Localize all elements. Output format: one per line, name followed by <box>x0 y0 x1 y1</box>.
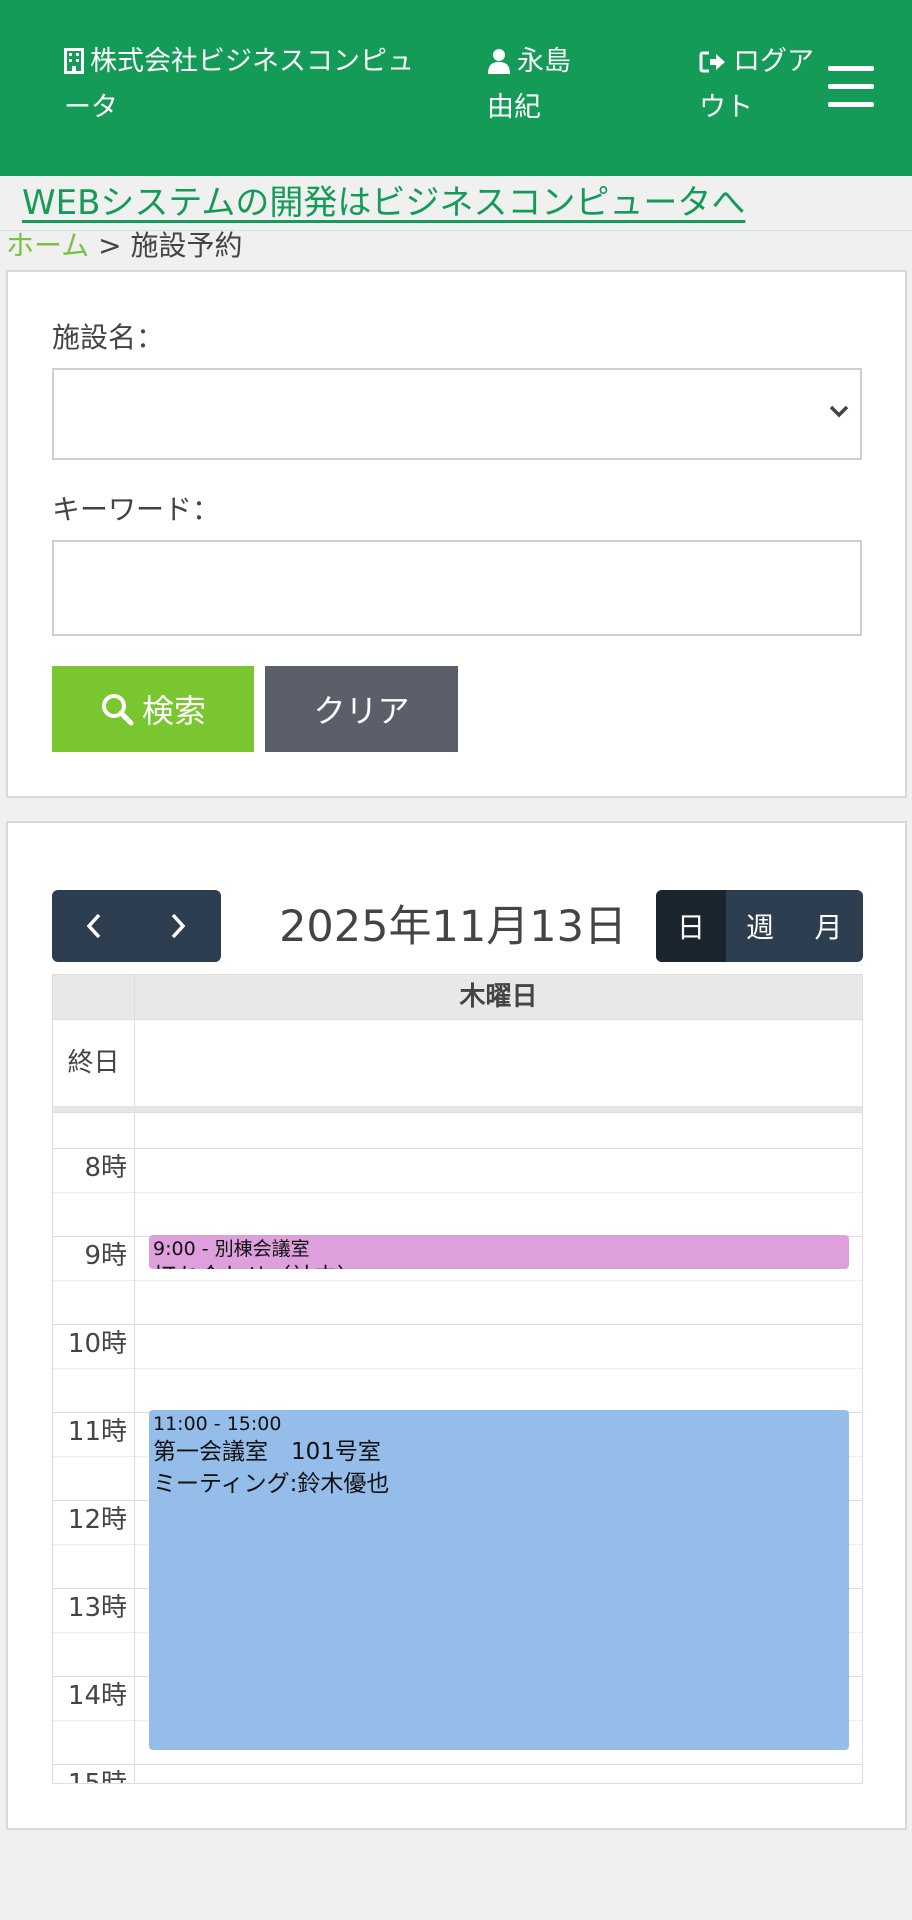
hour-label: 11時 <box>67 1417 127 1447</box>
app-header: 株式会社ビジネスコンピュータ 永島由紀 ログアウト <box>0 0 912 176</box>
search-panel: 施設名： キーワード： 検索 クリア <box>6 270 907 798</box>
event-time: 9:00 - 別棟会議室 <box>153 1238 310 1260</box>
user-link[interactable]: 永島由紀 <box>487 39 597 131</box>
hour-label: 9時 <box>84 1241 127 1271</box>
company-name: 株式会社ビジネスコンピュータ <box>64 46 414 123</box>
breadcrumb-separator: > <box>98 229 122 262</box>
calendar-event[interactable]: 9:00 - 別棟会議室 打ち合わせ（社内） <box>149 1235 849 1269</box>
header-corner <box>53 975 135 1019</box>
calendar-nav <box>52 890 221 962</box>
hour-label: 12時 <box>67 1505 127 1535</box>
sign-out-icon <box>699 51 725 73</box>
view-month-button[interactable]: 月 <box>794 890 863 962</box>
grid-line <box>53 1280 862 1281</box>
grid-line <box>53 1368 862 1369</box>
view-week-button[interactable]: 週 <box>726 890 794 962</box>
promo-banner-link[interactable]: WEBシステムの開発はビジネスコンピュータへ <box>22 180 745 226</box>
day-header: 木曜日 <box>53 975 862 1020</box>
chevron-right-icon <box>171 913 186 939</box>
hour-label: 13時 <box>67 1593 127 1623</box>
time-grid[interactable]: 8時 9時 10時 11時 12時 13時 14時 15時 9:00 - 別棟会… <box>53 1112 862 1784</box>
event-title: 打ち合わせ（社内） <box>153 1261 845 1269</box>
hour-label: 10時 <box>67 1329 127 1359</box>
keyword-label: キーワード： <box>52 493 221 526</box>
building-icon <box>64 48 84 74</box>
calendar-event[interactable]: 11:00 - 15:00 第一会議室 101号室 ミーティング:鈴木優也 <box>149 1410 849 1750</box>
event-title: 第一会議室 101号室 <box>153 1439 381 1465</box>
grid-line <box>53 1192 862 1193</box>
day-name: 木曜日 <box>459 982 538 1012</box>
chevron-down-icon <box>829 405 849 418</box>
hour-label: 14時 <box>67 1681 127 1711</box>
all-day-label: 終日 <box>53 1020 135 1106</box>
day-grid: 木曜日 終日 8時 9時 10時 11時 12時 13時 14時 15時 9:0… <box>52 974 863 1784</box>
calendar-panel: 2025年11月13日 日 週 月 木曜日 終日 8時 9時 10時 11時 1… <box>6 821 907 1830</box>
view-day-button[interactable]: 日 <box>656 890 726 962</box>
facility-label: 施設名： <box>52 321 165 354</box>
logout-link[interactable]: ログアウト <box>699 39 829 131</box>
search-icon <box>101 694 134 726</box>
keyword-input[interactable] <box>52 540 862 636</box>
company-link[interactable]: 株式会社ビジネスコンピュータ <box>64 39 424 131</box>
event-time: 11:00 - 15:00 <box>153 1413 282 1435</box>
facility-select[interactable] <box>52 368 862 460</box>
grid-line <box>53 1764 862 1765</box>
clear-button[interactable]: クリア <box>265 666 458 752</box>
view-switcher: 日 週 月 <box>656 890 863 962</box>
hamburger-menu-icon[interactable] <box>828 64 876 110</box>
event-subtitle: ミーティング:鈴木優也 <box>153 1471 390 1497</box>
breadcrumb-current: 施設予約 <box>130 229 243 262</box>
hour-label: 8時 <box>84 1153 127 1183</box>
user-icon <box>488 49 510 74</box>
hour-label: 15時 <box>67 1769 127 1784</box>
grid-line <box>53 1148 862 1149</box>
search-button-label: 検索 <box>141 692 206 730</box>
grid-line <box>53 1112 862 1113</box>
time-axis-divider <box>134 1112 135 1783</box>
breadcrumb-home-link[interactable]: ホーム <box>6 229 89 262</box>
grid-line <box>53 1324 862 1325</box>
search-button[interactable]: 検索 <box>52 666 254 752</box>
all-day-row[interactable]: 終日 <box>53 1020 862 1107</box>
chevron-left-icon <box>86 913 101 939</box>
breadcrumb: ホーム > 施設予約 <box>6 226 242 266</box>
prev-button[interactable] <box>52 890 136 962</box>
calendar-title: 2025年11月13日 <box>279 902 627 952</box>
